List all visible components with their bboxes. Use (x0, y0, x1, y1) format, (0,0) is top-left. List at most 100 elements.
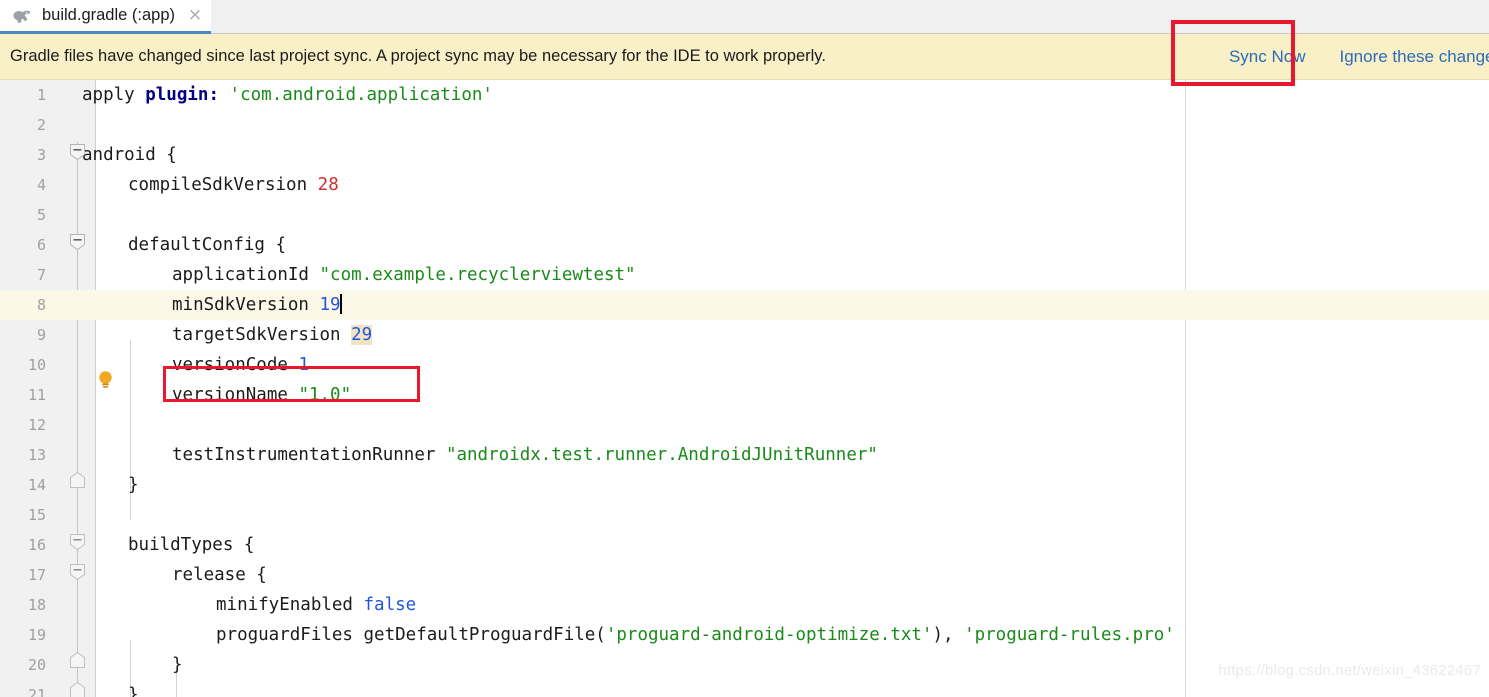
code-line[interactable]: 9 targetSdkVersion 29 (0, 320, 1489, 350)
token-version-code-value: 1 (298, 355, 309, 375)
code-line-text: apply plugin: 'com.android.application' (82, 80, 493, 110)
sync-banner-message: Gradle files have changed since last pro… (10, 47, 826, 66)
code-line-text: defaultConfig { (128, 230, 286, 260)
line-number: 11 (0, 380, 46, 410)
code-line[interactable]: 10 versionCode 1 (0, 350, 1489, 380)
ignore-these-changes-link[interactable]: Ignore these changes (1335, 47, 1489, 67)
code-line[interactable]: 17 release { (0, 560, 1489, 590)
token-application-id-key: applicationId (172, 265, 309, 285)
line-number: 19 (0, 620, 46, 650)
code-line[interactable]: 6 defaultConfig { (0, 230, 1489, 260)
code-line[interactable]: 19 proguardFiles getDefaultProguardFile(… (0, 620, 1489, 650)
code-line-text: proguardFiles getDefaultProguardFile('pr… (216, 620, 1175, 650)
code-line-text: android { (82, 140, 177, 170)
fold-marker-expand-icon[interactable] (70, 472, 85, 488)
token-version-name-value: "1.0" (298, 385, 351, 405)
code-line-text: targetSdkVersion 29 (172, 320, 372, 350)
code-line-text: release { (172, 560, 267, 590)
line-number: 2 (0, 110, 46, 140)
token-test-runner-value: "androidx.test.runner.AndroidJUnitRunner… (446, 445, 878, 465)
code-line[interactable]: 4 compileSdkVersion 28 (0, 170, 1489, 200)
code-line-text: compileSdkVersion 28 (128, 170, 339, 200)
token-minify-key: minifyEnabled (216, 595, 353, 615)
token-application-id-value: "com.example.recyclerviewtest" (320, 265, 636, 285)
code-line[interactable]: 16 buildTypes { (0, 530, 1489, 560)
token-plugin-value: 'com.android.application' (230, 85, 493, 105)
token-version-name-key: versionName (172, 385, 288, 405)
editor-tab-bar: build.gradle (:app) × (0, 0, 1489, 34)
line-number: 16 (0, 530, 46, 560)
code-line[interactable]: 1 apply plugin: 'com.android.application… (0, 80, 1489, 110)
token-min-sdk-value: 19 (320, 295, 341, 315)
token-proguard-mid: ), (932, 625, 964, 645)
sync-now-link[interactable]: Sync Now (1201, 47, 1336, 67)
code-line[interactable]: 3 android { (0, 140, 1489, 170)
code-line[interactable]: 5 (0, 200, 1489, 230)
fold-marker-collapse-icon[interactable] (70, 234, 85, 250)
code-line[interactable]: 18 minifyEnabled false (0, 590, 1489, 620)
token-compile-sdk-value: 28 (318, 175, 339, 195)
code-line-text: applicationId "com.example.recyclerviewt… (172, 260, 636, 290)
line-number: 15 (0, 500, 46, 530)
gradle-elephant-icon (12, 7, 34, 25)
line-number: 3 (0, 140, 46, 170)
code-line-text: buildTypes { (128, 530, 254, 560)
token-proguard-fn: getDefaultProguardFile( (364, 625, 606, 645)
fold-marker-collapse-icon[interactable] (70, 534, 85, 550)
tab-build-gradle-app[interactable]: build.gradle (:app) × (0, 0, 211, 34)
code-line-text: versionCode 1 (172, 350, 309, 380)
code-line-text: minifyEnabled false (216, 590, 416, 620)
code-line[interactable]: 2 (0, 110, 1489, 140)
line-number: 13 (0, 440, 46, 470)
text-caret (340, 294, 342, 314)
line-number: 10 (0, 350, 46, 380)
code-line[interactable]: 11 versionName "1.0" (0, 380, 1489, 410)
code-line[interactable]: 7 applicationId "com.example.recyclervie… (0, 260, 1489, 290)
code-line[interactable]: 21 } (0, 680, 1489, 697)
code-line[interactable]: 13 testInstrumentationRunner "androidx.t… (0, 440, 1489, 470)
line-number: 12 (0, 410, 46, 440)
line-number: 6 (0, 230, 46, 260)
token-target-sdk-key: targetSdkVersion (172, 325, 341, 345)
code-line-text: versionName "1.0" (172, 380, 351, 410)
line-number: 18 (0, 590, 46, 620)
code-line[interactable]: 12 (0, 410, 1489, 440)
line-number: 9 (0, 320, 46, 350)
token-compile-sdk-key: compileSdkVersion (128, 175, 307, 195)
token-plugin-key: plugin: (145, 85, 219, 105)
code-line-text: } (128, 680, 139, 697)
lightbulb-icon[interactable] (97, 370, 114, 390)
code-line[interactable]: 15 (0, 500, 1489, 530)
fold-marker-collapse-icon[interactable] (70, 144, 85, 160)
line-number: 8 (0, 290, 46, 320)
code-line-text: } (128, 470, 139, 500)
token-version-code-key: versionCode (172, 355, 288, 375)
code-line-text: testInstrumentationRunner "androidx.test… (172, 440, 878, 470)
token-test-runner-key: testInstrumentationRunner (172, 445, 435, 465)
code-line-text: minSdkVersion 19 (172, 290, 342, 320)
line-number: 1 (0, 80, 46, 110)
fold-marker-expand-icon[interactable] (70, 682, 85, 697)
line-number: 14 (0, 470, 46, 500)
token-proguard-key: proguardFiles (216, 625, 353, 645)
token-proguard-arg2: 'proguard-rules.pro' (964, 625, 1175, 645)
token-target-sdk-value: 29 (351, 325, 372, 345)
tab-title: build.gradle (:app) (42, 6, 175, 25)
gradle-sync-notification-bar: Gradle files have changed since last pro… (0, 34, 1489, 80)
token-minify-value: false (364, 595, 417, 615)
line-number: 21 (0, 680, 46, 697)
line-number: 4 (0, 170, 46, 200)
token-min-sdk-key: minSdkVersion (172, 295, 309, 315)
csdn-watermark: https://blog.csdn.net/weixin_43622467 (1218, 662, 1481, 679)
line-number: 20 (0, 650, 46, 680)
line-number: 17 (0, 560, 46, 590)
token-apply: apply (82, 85, 135, 105)
token-proguard-arg1: 'proguard-android-optimize.txt' (606, 625, 933, 645)
sync-banner-actions: Sync Now Ignore these changes (1201, 34, 1489, 80)
fold-marker-expand-icon[interactable] (70, 652, 85, 668)
code-editor[interactable]: 1 apply plugin: 'com.android.application… (0, 80, 1489, 697)
close-icon[interactable]: × (187, 8, 203, 24)
code-line-caret[interactable]: 8 minSdkVersion 19 (0, 290, 1489, 320)
code-line[interactable]: 14 } (0, 470, 1489, 500)
fold-marker-collapse-icon[interactable] (70, 564, 85, 580)
